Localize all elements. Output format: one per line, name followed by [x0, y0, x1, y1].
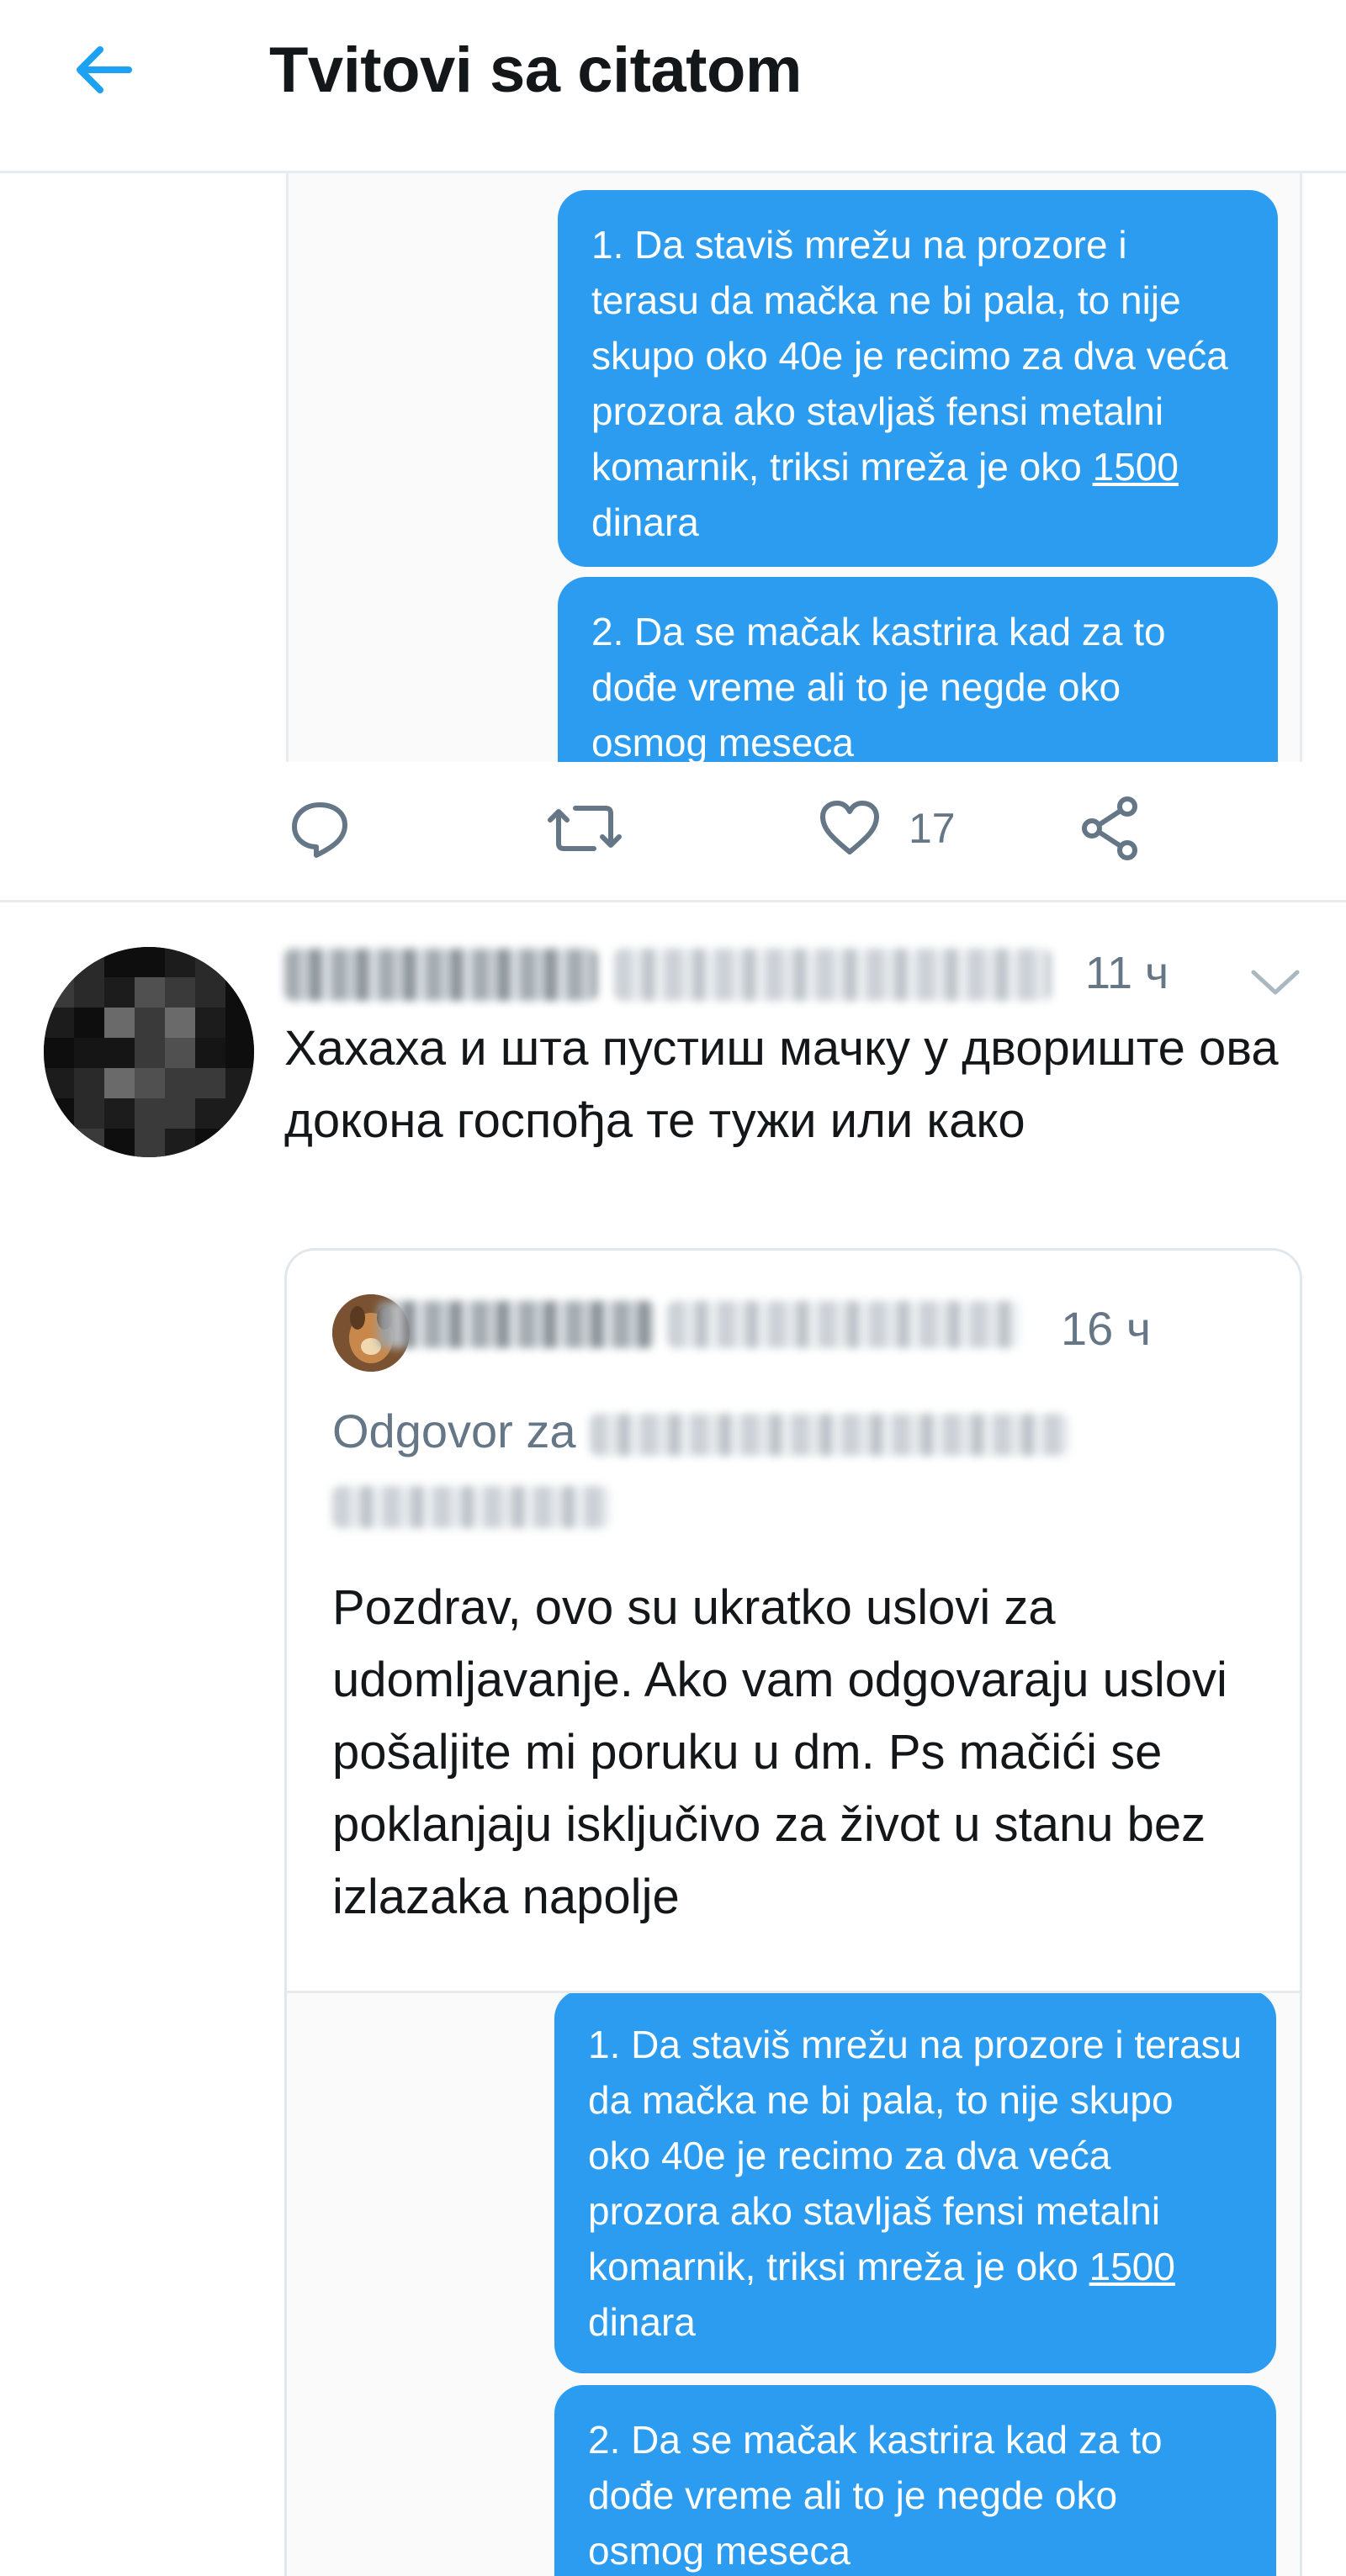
avatar-mosaic-tile: [104, 1068, 135, 1098]
avatar-mosaic-tile: [225, 1038, 254, 1068]
avatar-mosaic-tile: [165, 1098, 195, 1129]
chat-bubble-1: 1. Da staviš mrežu na prozore i terasu d…: [558, 190, 1278, 567]
quoted-tweet-text: Pozdrav, ovo su ukratko uslovi za udomlj…: [332, 1580, 1227, 1924]
avatar-mosaic-tile: [74, 977, 104, 1008]
avatar-mosaic-tile: [104, 1129, 135, 1157]
avatar-mosaic-tile: [135, 947, 165, 977]
avatar-mosaic-tile: [74, 1129, 104, 1157]
page-title: Tvitovi sa citatom: [269, 34, 802, 106]
avatar-mosaic-tile: [225, 1098, 254, 1129]
avatar-mosaic-tile: [165, 947, 195, 977]
avatar-mosaic-tile: [135, 1068, 165, 1098]
avatar-mosaic-tile: [74, 1098, 104, 1129]
avatar-mosaic-tile: [74, 1008, 104, 1038]
avatar-mosaic-tile: [135, 1129, 165, 1157]
quoted-timestamp: 16 ч: [1061, 1302, 1152, 1355]
top-bar: Tvitovi sa citatom: [0, 0, 1346, 173]
quoted-chat-bubble-1-price: 1500: [1089, 2245, 1175, 2288]
avatar-mosaic-tile: [225, 1068, 254, 1098]
avatar-mosaic-tile: [135, 1098, 165, 1129]
avatar-mosaic-tile: [104, 977, 135, 1008]
tweet-text: Хахаха и шта пустиш мачку у двориште ова…: [284, 1021, 1279, 1148]
quoted-chat-bubble-1-suffix: dinara: [588, 2300, 696, 2344]
back-arrow-icon[interactable]: [66, 32, 141, 108]
avatar-mosaic-tile: [104, 1008, 135, 1038]
avatar-mosaic-tile: [44, 1098, 74, 1129]
avatar-mosaic-tile: [44, 977, 74, 1008]
avatar-mosaic-tile: [195, 1098, 225, 1129]
retweet-icon: [548, 806, 622, 851]
heart-icon: [820, 801, 879, 854]
quoted-chat-bubble-1: 1. Da staviš mrežu na prozore i terasu d…: [554, 1993, 1276, 2373]
avatar-mosaic-tile: [44, 1129, 74, 1157]
chat-bubble-1-suffix: dinara: [591, 500, 699, 544]
avatar-mosaic-tile: [44, 1038, 74, 1068]
avatar-mosaic-tile: [104, 947, 135, 977]
avatar-mosaic-tile: [135, 1038, 165, 1068]
avatar-mosaic-tile: [74, 1068, 104, 1098]
avatar-mosaic-tile: [104, 1098, 135, 1129]
avatar-mosaic-tile: [165, 1038, 195, 1068]
avatar-mosaic-tile: [135, 977, 165, 1008]
tweet-media[interactable]: 1. Da staviš mrežu na prozore i terasu d…: [286, 173, 1302, 762]
tweet-timestamp: 11 ч: [1085, 948, 1169, 998]
like-button[interactable]: 17: [816, 791, 956, 866]
tweet-actions: 17: [286, 774, 1211, 883]
avatar-mosaic-tile: [165, 1008, 195, 1038]
quoted-username-redacted: [667, 1301, 1020, 1348]
reply-to-label: Odgovor za: [332, 1404, 576, 1457]
avatar-mosaic-tile: [195, 947, 225, 977]
avatar-mosaic-tile: [74, 1038, 104, 1068]
retweet-button[interactable]: [547, 791, 623, 866]
avatar-mosaic-tile: [225, 977, 254, 1008]
avatar[interactable]: [44, 947, 254, 1157]
chevron-down-icon[interactable]: [1242, 949, 1309, 1016]
avatar-mosaic-tile: [165, 1129, 195, 1157]
avatar-mosaic-tile: [225, 1129, 254, 1157]
avatar-mosaic-tile: [165, 1068, 195, 1098]
avatar-mosaic-tile: [195, 1129, 225, 1157]
like-count: 17: [909, 805, 956, 852]
avatar-mosaic-tile: [135, 1008, 165, 1038]
avatar-mosaic-tile: [104, 1038, 135, 1068]
quoted-tweet[interactable]: 16 ч Odgovor za Pozdrav, ovo su ukratko …: [284, 1248, 1302, 2576]
avatar-mosaic-tile: [225, 1008, 254, 1038]
reply-button[interactable]: [286, 791, 353, 866]
avatar-mosaic-tile: [165, 977, 195, 1008]
reply-to-line: Odgovor za: [332, 1395, 576, 1468]
avatar-mosaic-tile: [44, 1008, 74, 1038]
share-button[interactable]: [1077, 791, 1144, 866]
avatar-mosaic-tile: [44, 1068, 74, 1098]
tweet-divider: [0, 900, 1346, 902]
reply-icon: [292, 802, 347, 858]
avatar-mosaic-tile: [195, 1008, 225, 1038]
chat-bubble-2: 2. Da se mačak kastrira kad za to dođe v…: [558, 577, 1278, 762]
reply-to-handle-redacted-2: [332, 1486, 610, 1528]
avatar-mosaic-tile: [195, 1068, 225, 1098]
avatar-mosaic-tile: [44, 947, 74, 977]
share-icon: [1082, 796, 1137, 860]
quoted-chat-bubble-2: 2. Da se mačak kastrira kad za to dođe v…: [554, 2385, 1276, 2576]
avatar-mosaic-tile: [74, 947, 104, 977]
avatar-mosaic-tile: [195, 1038, 225, 1068]
reply-to-handle-redacted: [590, 1414, 1069, 1456]
chat-screenshot-image: 1. Da staviš mrežu na prozore i terasu d…: [289, 173, 1300, 762]
avatar-mosaic-tile: [225, 947, 254, 977]
display-name-redacted[interactable]: [284, 949, 597, 1001]
quoted-display-name-redacted: [378, 1301, 655, 1348]
username-redacted: [614, 949, 1052, 1001]
chat-bubble-1-price: 1500: [1092, 445, 1179, 489]
avatar-mosaic-tile: [195, 977, 225, 1008]
quoted-chat-screenshot-image: 1. Da staviš mrežu na prozore i terasu d…: [287, 1991, 1300, 2576]
